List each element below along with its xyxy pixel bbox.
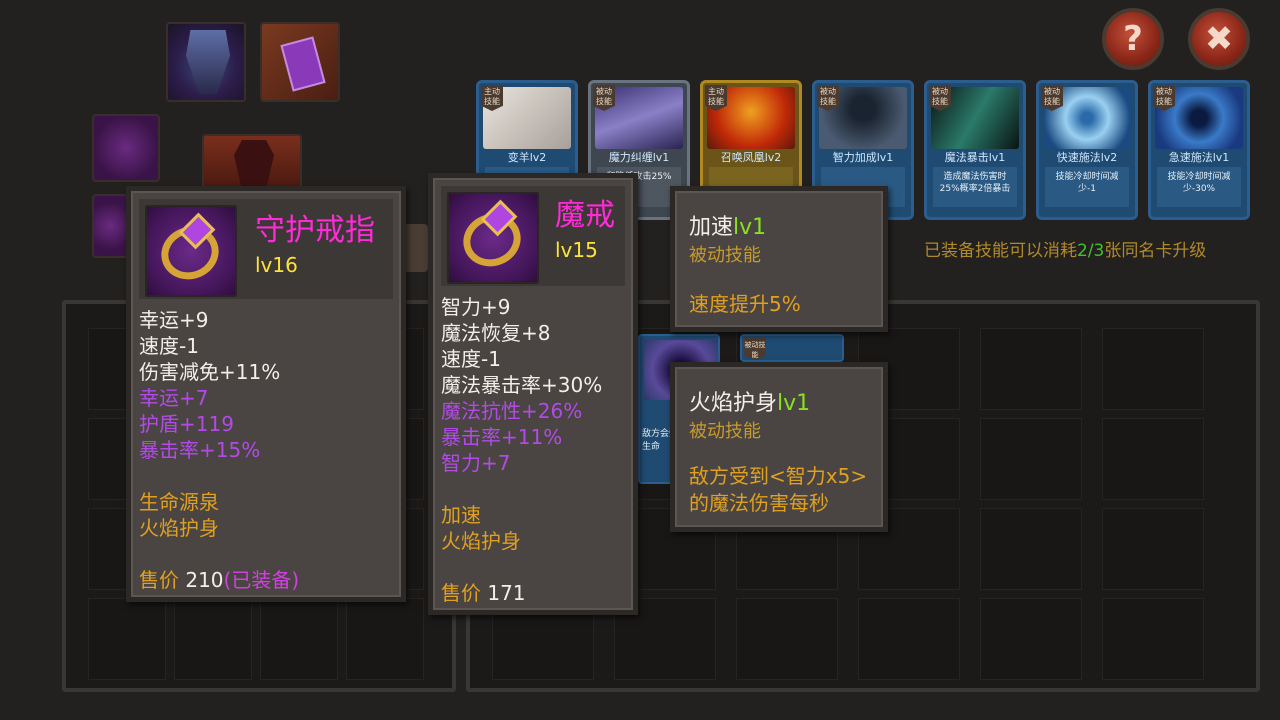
ring-icon <box>447 192 539 284</box>
skill-tooltip-fire-shield: 火焰护身lv1 被动技能 敌方受到<智力x5>的魔法伤害每秒 <box>670 362 888 532</box>
skill-card-name: 魔力纠缠lv1 <box>608 151 670 164</box>
skill-type-tag: 被动技能 <box>593 85 615 111</box>
skill-type-tag: 被动技能 <box>1153 85 1175 111</box>
skill-card-name: 魔法暴击lv1 <box>944 151 1006 164</box>
help-icon: ? <box>1123 19 1143 59</box>
inventory-cell[interactable] <box>1102 508 1204 590</box>
inventory-cell[interactable] <box>346 598 424 680</box>
skill-name: 火焰护身lv1 <box>689 391 811 416</box>
skill-tooltip-haste: 加速lv1 被动技能 速度提升5% <box>670 186 888 332</box>
book-slot[interactable] <box>260 22 340 102</box>
inventory-cell[interactable] <box>980 508 1082 590</box>
item-level: lv16 <box>255 253 298 277</box>
skill-card-name: 急速施法lv1 <box>1168 151 1230 164</box>
skill-type-tag: 被动技能 <box>1041 85 1063 111</box>
skill-card-partial-2[interactable]: 被动技能 <box>740 334 844 362</box>
skill-card-description: 技能冷却时间减少-1 <box>1045 167 1129 207</box>
inventory-cell[interactable] <box>736 598 838 680</box>
inventory-cell[interactable] <box>980 328 1082 410</box>
inventory-cell[interactable] <box>1102 328 1204 410</box>
skill-card-description: 造成魔法伤害时25%概率2倍暴击 <box>933 167 1017 207</box>
inventory-cell[interactable] <box>858 598 960 680</box>
skill-card[interactable]: 被动技能急速施法lv1 技能冷却时间减少-30% <box>1148 80 1250 220</box>
skill-type: 被动技能 <box>689 421 761 442</box>
inventory-cell[interactable] <box>88 598 166 680</box>
skill-type-tag: 被动技能 <box>817 85 839 111</box>
item-level: lv15 <box>555 238 598 262</box>
inventory-cell[interactable] <box>1102 598 1204 680</box>
skill-card[interactable]: 被动技能快速施法lv2 技能冷却时间减少-1 <box>1036 80 1138 220</box>
skill-type-tag: 主动技能 <box>481 85 503 111</box>
skill-description: 速度提升5% <box>689 292 801 316</box>
skill-card-name: 召唤凤凰lv2 <box>720 151 782 164</box>
skill-card-description: 技能冷却时间减少-30% <box>1157 167 1241 207</box>
item-tooltip-magic-ring: 魔戒 lv15 智力+9 魔法恢复+8 速度-1 魔法暴击率+30% 魔法抗性+… <box>428 173 638 615</box>
skill-type: 被动技能 <box>689 245 761 266</box>
close-button[interactable]: ✖ <box>1188 8 1250 70</box>
ring-icon <box>145 205 237 297</box>
inventory-cell[interactable] <box>174 598 252 680</box>
item-stats: 幸运+9 速度-1 伤害减免+11% 幸运+7 护盾+119 暴击率+15% 生… <box>139 308 300 592</box>
helmet-icon <box>186 30 230 94</box>
inventory-cell[interactable] <box>1102 418 1204 500</box>
item-stats: 智力+9 魔法恢复+8 速度-1 魔法暴击率+30% 魔法抗性+26% 暴击率+… <box>441 295 603 605</box>
helmet-slot[interactable] <box>166 22 246 102</box>
ring-slot-1[interactable] <box>92 114 160 182</box>
skill-card-name: 智力加成lv1 <box>832 151 894 164</box>
help-button[interactable]: ? <box>1102 8 1164 70</box>
skill-type-tag: 主动技能 <box>705 85 727 111</box>
ring-slot-2[interactable] <box>92 194 128 258</box>
skill-card-name: 快速施法lv2 <box>1056 151 1118 164</box>
item-tooltip-guardian-ring: 守护戒指 lv16 幸运+9 速度-1 伤害减免+11% 幸运+7 护盾+119… <box>126 186 406 602</box>
skill-description: 敌方受到<智力x5>的魔法伤害每秒 <box>689 464 868 515</box>
armor-slot[interactable] <box>202 134 302 190</box>
upgrade-hint: 已装备技能可以消耗2/3张同名卡升级 <box>924 241 1207 261</box>
skill-card-name: 变羊lv2 <box>507 151 547 164</box>
armor-icon <box>234 140 274 190</box>
skill-type-tag: 被动技能 <box>929 85 951 111</box>
skill-card[interactable]: 被动技能魔法暴击lv1 造成魔法伤害时25%概率2倍暴击 <box>924 80 1026 220</box>
inventory-cell[interactable] <box>260 598 338 680</box>
inventory-cell[interactable] <box>980 598 1082 680</box>
item-name: 守护戒指 <box>255 213 375 248</box>
close-icon: ✖ <box>1204 19 1234 59</box>
item-name: 魔戒 <box>555 198 615 233</box>
spellbook-icon <box>280 36 326 92</box>
skill-name: 加速lv1 <box>689 215 767 240</box>
inventory-cell[interactable] <box>980 418 1082 500</box>
